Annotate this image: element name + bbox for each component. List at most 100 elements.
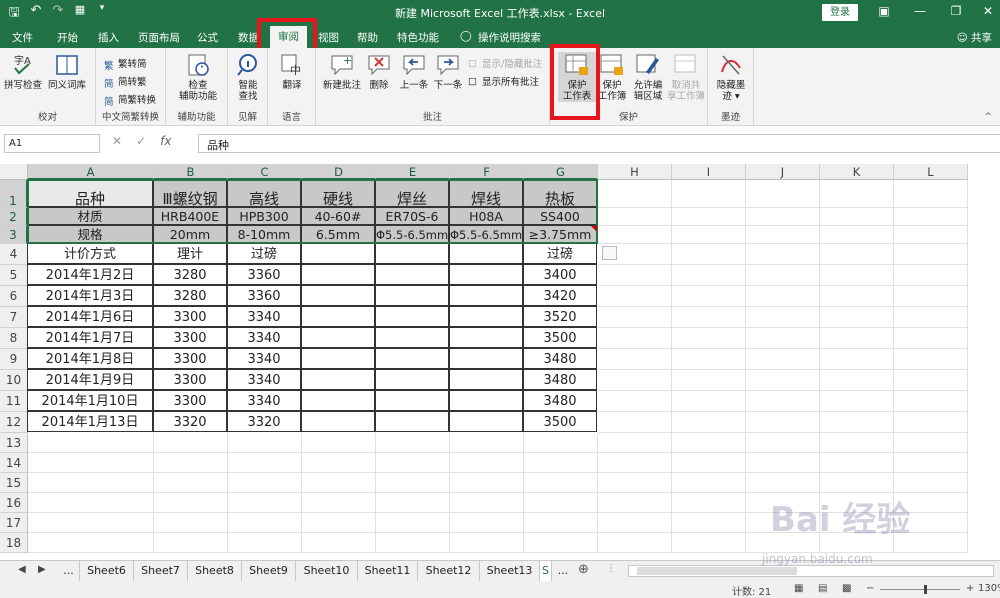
empty-cell[interactable]: [820, 349, 894, 370]
smart-lookup-button[interactable]: 智能 查找: [229, 52, 267, 102]
show-all-comments-button[interactable]: □ 显示所有批注: [468, 74, 539, 89]
cell-c5[interactable]: 3360: [227, 264, 301, 285]
empty-cell[interactable]: [894, 265, 968, 286]
cell-b12[interactable]: 3320: [153, 411, 227, 432]
cell-f2[interactable]: H08A: [449, 207, 523, 225]
cell-e11[interactable]: [375, 390, 449, 411]
empty-cell[interactable]: [450, 513, 524, 533]
empty-cell[interactable]: [598, 533, 672, 553]
empty-cell[interactable]: [894, 370, 968, 391]
empty-cell[interactable]: [746, 349, 820, 370]
row-header-2[interactable]: 2: [0, 208, 28, 226]
row-header-15[interactable]: 15: [0, 473, 28, 493]
zoom-in-icon[interactable]: +: [966, 583, 974, 594]
cell-d4[interactable]: [301, 243, 375, 264]
page-break-view-icon[interactable]: ▩: [842, 583, 851, 594]
empty-cell[interactable]: [154, 513, 228, 533]
empty-cell[interactable]: [672, 453, 746, 473]
empty-cell[interactable]: [894, 208, 968, 226]
unshare-workbook-button[interactable]: 取消共 享工作簿: [666, 52, 706, 102]
empty-cell[interactable]: [672, 391, 746, 412]
cell-e12[interactable]: [375, 411, 449, 432]
cell-g8[interactable]: 3500: [523, 327, 597, 348]
empty-cell[interactable]: [820, 328, 894, 349]
cell-d12[interactable]: [301, 411, 375, 432]
empty-cell[interactable]: [820, 226, 894, 244]
empty-cell[interactable]: [746, 391, 820, 412]
empty-cell[interactable]: [894, 453, 968, 473]
cell-c2[interactable]: HPB300: [227, 207, 301, 225]
empty-cell[interactable]: [820, 265, 894, 286]
insert-function-icon[interactable]: fx: [160, 134, 171, 148]
empty-cell[interactable]: [672, 180, 746, 208]
empty-cell[interactable]: [450, 493, 524, 513]
select-all-corner[interactable]: [0, 164, 28, 180]
check-accessibility-button[interactable]: 检查 辅助功能: [176, 52, 220, 102]
empty-cell[interactable]: [28, 453, 154, 473]
cell-a9[interactable]: 2014年1月8日: [27, 348, 153, 369]
prev-comment-button[interactable]: 上一条: [396, 52, 432, 91]
cell-a3[interactable]: 规格: [27, 225, 153, 243]
cell-c12[interactable]: 3320: [227, 411, 301, 432]
cell-e9[interactable]: [375, 348, 449, 369]
empty-cell[interactable]: [894, 180, 968, 208]
cancel-icon[interactable]: ✕: [112, 134, 122, 148]
tab-special[interactable]: 特色功能: [397, 30, 439, 45]
empty-cell[interactable]: [672, 493, 746, 513]
cell-d1[interactable]: 硬线: [301, 179, 375, 207]
hide-ink-button[interactable]: 隐藏墨 迹 ▾: [712, 52, 750, 102]
formula-input[interactable]: 品种: [198, 134, 1000, 153]
scroll-thumb[interactable]: [637, 567, 797, 575]
cell-d9[interactable]: [301, 348, 375, 369]
empty-cell[interactable]: [746, 244, 820, 265]
empty-cell[interactable]: [672, 226, 746, 244]
empty-cell[interactable]: [894, 433, 968, 453]
column-header-b[interactable]: B: [154, 164, 228, 180]
cell-c3[interactable]: 8-10mm: [227, 225, 301, 243]
row-header-4[interactable]: 4: [0, 244, 28, 265]
empty-cell[interactable]: [524, 453, 598, 473]
cell-b7[interactable]: 3300: [153, 306, 227, 327]
row-header-10[interactable]: 10: [0, 370, 28, 391]
prev-sheet-icon[interactable]: ◀: [18, 564, 26, 575]
row-header-8[interactable]: 8: [0, 328, 28, 349]
empty-cell[interactable]: [894, 286, 968, 307]
empty-cell[interactable]: [302, 493, 376, 513]
empty-cell[interactable]: [598, 286, 672, 307]
empty-cell[interactable]: [598, 473, 672, 493]
empty-cell[interactable]: [524, 493, 598, 513]
cell-b5[interactable]: 3280: [153, 264, 227, 285]
empty-cell[interactable]: [746, 226, 820, 244]
cell-a5[interactable]: 2014年1月2日: [27, 264, 153, 285]
row-header-13[interactable]: 13: [0, 433, 28, 453]
cell-a6[interactable]: 2014年1月3日: [27, 285, 153, 306]
cell-c7[interactable]: 3340: [227, 306, 301, 327]
cell-f6[interactable]: [449, 285, 523, 306]
row-header-11[interactable]: 11: [0, 391, 28, 412]
cell-g5[interactable]: 3400: [523, 264, 597, 285]
row-header-9[interactable]: 9: [0, 349, 28, 370]
column-header-g[interactable]: G: [524, 164, 598, 180]
cell-b3[interactable]: 20mm: [153, 225, 227, 243]
empty-cell[interactable]: [672, 412, 746, 433]
empty-cell[interactable]: [450, 533, 524, 553]
collapse-ribbon-icon[interactable]: ^: [984, 112, 992, 122]
cell-f10[interactable]: [449, 369, 523, 390]
sheet-tab-more-left[interactable]: ...: [58, 561, 80, 581]
tab-view[interactable]: 视图: [318, 30, 339, 45]
empty-cell[interactable]: [598, 513, 672, 533]
cell-e1[interactable]: 焊丝: [375, 179, 449, 207]
zoom-slider[interactable]: [880, 589, 960, 590]
empty-cell[interactable]: [598, 493, 672, 513]
cell-a4[interactable]: 计价方式: [27, 243, 153, 264]
cell-e8[interactable]: [375, 327, 449, 348]
cell-g2[interactable]: SS400: [523, 207, 597, 225]
cell-g12[interactable]: 3500: [523, 411, 597, 432]
new-comment-button[interactable]: + 新建批注: [320, 52, 364, 91]
empty-cell[interactable]: [820, 307, 894, 328]
empty-cell[interactable]: [450, 473, 524, 493]
cell-f5[interactable]: [449, 264, 523, 285]
cell-g1[interactable]: 热板: [523, 179, 597, 207]
column-header-d[interactable]: D: [302, 164, 376, 180]
empty-cell[interactable]: [154, 473, 228, 493]
